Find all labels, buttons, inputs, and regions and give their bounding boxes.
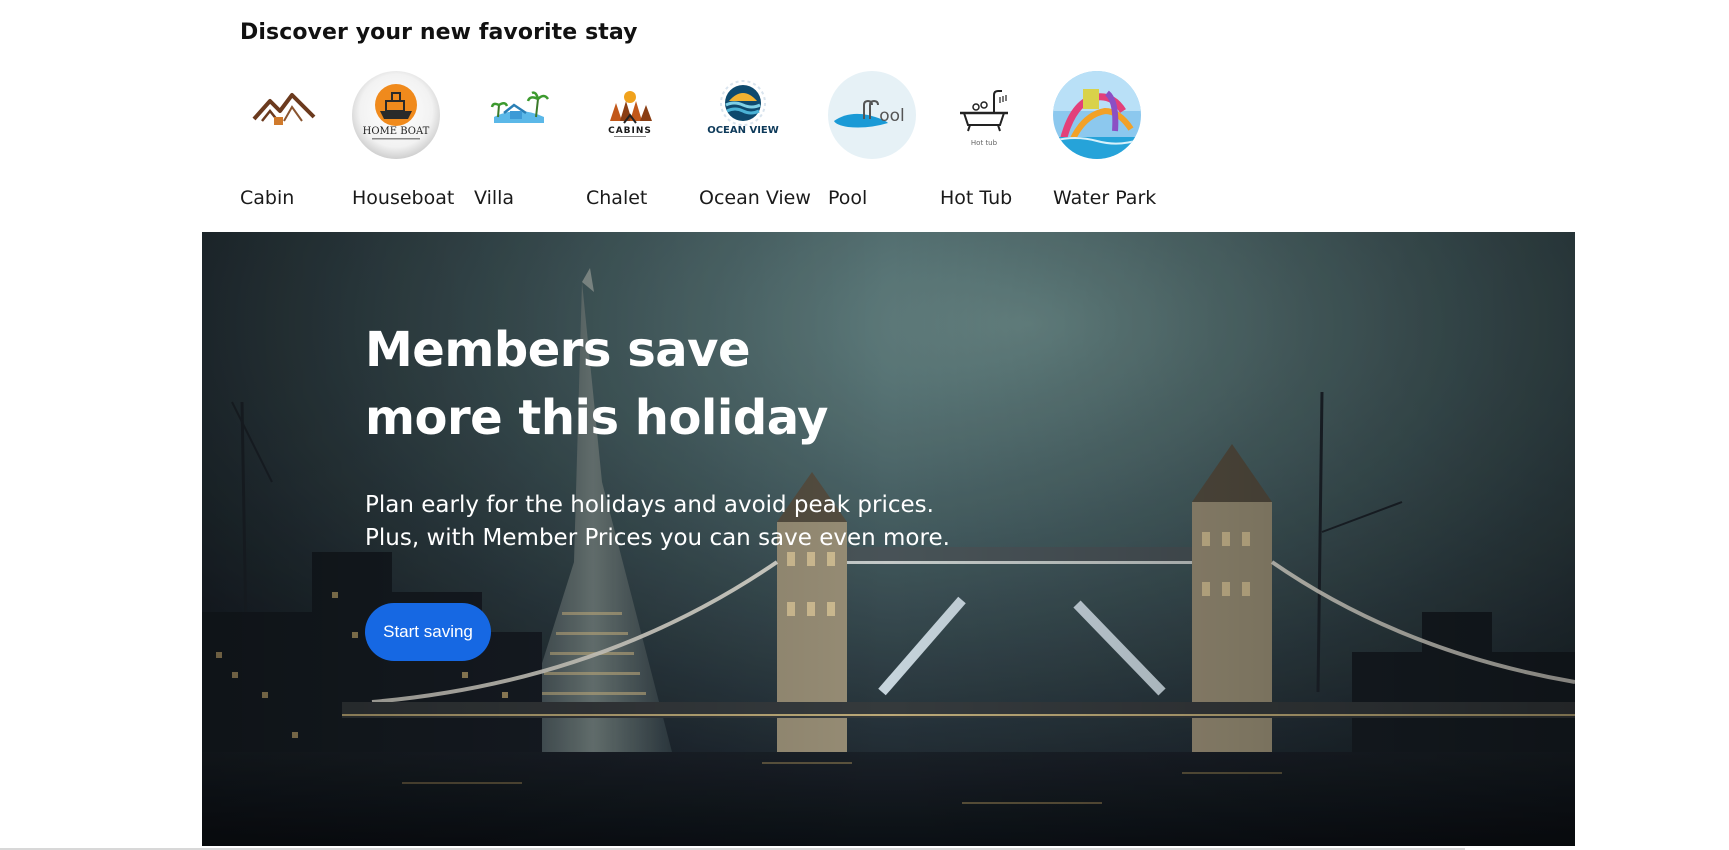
category-label: Cabin [240, 187, 295, 209]
hero-heading: Members save more this holiday [365, 316, 828, 452]
category-label: Houseboat [352, 187, 455, 209]
pool-logo-icon: ool [828, 71, 916, 159]
hero-subtext-line2: Plus, with Member Prices you can save ev… [365, 525, 950, 551]
members-promo-banner: Members save more this holiday Plan earl… [202, 232, 1575, 846]
start-saving-button[interactable]: Start saving [365, 603, 491, 661]
hero-subtext: Plan early for the holidays and avoid pe… [365, 489, 950, 555]
category-label: Hot Tub [940, 187, 1013, 209]
category-label: Water Park [1053, 187, 1157, 209]
svg-text:HOME BOAT: HOME BOAT [363, 126, 430, 137]
category-label: Ocean View [699, 187, 811, 209]
svg-text:CABINS: CABINS [608, 126, 652, 136]
hot-tub-logo-icon: Hot tub [940, 71, 1028, 159]
cabin-logo-icon [240, 71, 328, 159]
houseboat-logo-icon: HOME BOAT [352, 71, 440, 159]
chalet-logo-icon: CABINS [586, 71, 674, 159]
hero-heading-line1: Members save [365, 322, 751, 378]
page: Discover your new favorite stay Cabin HO… [0, 0, 1729, 850]
category-label: Chalet [586, 187, 648, 209]
svg-text:OCEAN VIEW: OCEAN VIEW [707, 125, 779, 136]
discover-title: Discover your new favorite stay [240, 20, 638, 45]
hero-subtext-line1: Plan early for the holidays and avoid pe… [365, 492, 934, 518]
villa-logo-icon [474, 71, 562, 159]
water-park-photo-icon [1053, 71, 1141, 159]
hero-heading-line2: more this holiday [365, 390, 828, 446]
ocean-view-logo-icon: OCEAN VIEW [699, 71, 787, 159]
svg-text:ool: ool [879, 106, 905, 126]
svg-text:Hot tub: Hot tub [971, 139, 998, 147]
category-label: Villa [474, 187, 515, 209]
category-label: Pool [828, 187, 868, 209]
